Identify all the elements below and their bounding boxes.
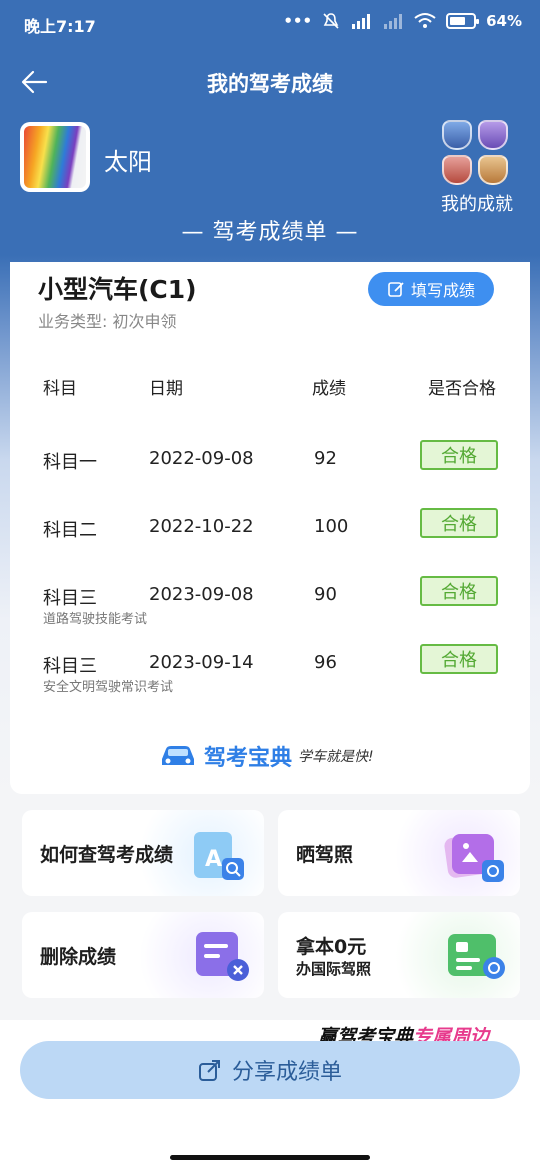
pass-badge: 合格 [420, 576, 498, 606]
sheet-title: — 驾考成绩单 — [181, 220, 359, 245]
brand-slogan: 学车就是快! [298, 749, 374, 765]
signal-hd-icon [352, 14, 371, 29]
avatar[interactable] [20, 122, 90, 192]
table-row: 科目一 2022-09-08 92 合格 [10, 440, 530, 498]
achievement-badges[interactable] [442, 120, 510, 186]
header-pass: 是否合格 [428, 379, 496, 399]
avatar-image [24, 126, 86, 188]
fill-score-label: 填写成绩 [410, 281, 475, 300]
row-subject: 科目三 [43, 656, 97, 677]
intl-license-tile[interactable]: 拿本0元 办国际驾照 [278, 912, 520, 998]
row-note: 道路驾驶技能考试 [43, 612, 148, 627]
intl-license-title: 拿本0元 [296, 936, 367, 958]
status-time: 晚上7:17 [24, 17, 96, 36]
row-note: 安全文明驾驶常识考试 [43, 680, 174, 695]
show-license-tile[interactable]: 晒驾照 [278, 810, 520, 896]
home-indicator[interactable] [170, 1155, 370, 1160]
search-document-icon: A [194, 832, 244, 880]
share-icon [198, 1060, 220, 1081]
delete-score-tile[interactable]: 删除成绩 [22, 912, 264, 998]
id-card-icon [448, 934, 505, 979]
pass-badge: 合格 [420, 644, 498, 674]
intl-license-subtitle: 办国际驾照 [296, 960, 372, 978]
nav-bar: 我的驾考成绩 [0, 56, 540, 108]
row-date: 2023-09-14 [149, 652, 254, 673]
row-subject: 科目二 [43, 520, 97, 541]
row-subject: 科目三 [43, 588, 97, 609]
row-score: 92 [314, 448, 337, 469]
signal-weak-icon [384, 14, 403, 29]
score-card: 小型汽车(C1) 业务类型: 初次申领 填写成绩 科目 日期 成绩 是否合格 科… [10, 262, 530, 794]
pass-badge: 合格 [420, 508, 498, 538]
pass-badge: 合格 [420, 440, 498, 470]
row-score: 90 [314, 584, 337, 605]
header-score: 成绩 [312, 379, 346, 399]
show-license-label: 晒驾照 [296, 844, 354, 866]
achievements-link[interactable]: 我的成就 [432, 190, 522, 216]
row-date: 2022-10-22 [149, 516, 254, 537]
edit-icon [388, 282, 404, 297]
wifi-icon [414, 13, 436, 28]
badge-icon [478, 155, 508, 185]
row-date: 2023-09-08 [149, 584, 254, 605]
status-icons: ••• 64% [283, 12, 522, 30]
table-row: 科目三 2023-09-14 96 合格 安全文明驾驶常识考试 [10, 644, 530, 702]
username: 太阳 [104, 148, 152, 176]
license-type: 小型汽车(C1) [38, 275, 197, 304]
row-score: 100 [314, 516, 349, 537]
header-subject: 科目 [43, 379, 77, 399]
delete-document-icon [196, 932, 249, 981]
header-date: 日期 [149, 379, 183, 399]
badge-icon [442, 120, 472, 150]
business-type: 业务类型: 初次申领 [38, 312, 177, 331]
car-logo-icon [162, 746, 194, 765]
page-title: 我的驾考成绩 [207, 72, 333, 96]
delete-score-label: 删除成绩 [40, 946, 117, 968]
photo-card-icon [444, 834, 504, 882]
battery-icon [446, 13, 480, 29]
badge-icon [478, 120, 508, 150]
status-bar: 晚上7:17 ••• 64% [0, 0, 540, 48]
share-label: 分享成绩单 [231, 1060, 342, 1085]
fill-score-button[interactable]: 填写成绩 [368, 272, 494, 306]
row-subject: 科目一 [43, 452, 97, 473]
query-score-label: 如何查驾考成绩 [40, 844, 174, 866]
brand-logo: 驾考宝典 学车就是快! [158, 738, 398, 774]
brand-name: 驾考宝典 [204, 746, 293, 771]
battery-percent: 64% [486, 12, 522, 30]
row-date: 2022-09-08 [149, 448, 254, 469]
row-score: 96 [314, 652, 337, 673]
svg-text:A: A [205, 847, 222, 872]
badge-icon [442, 155, 472, 185]
query-score-tile[interactable]: 如何查驾考成绩 A [22, 810, 264, 896]
more-dots-icon: ••• [283, 12, 313, 30]
table-row: 科目三 2023-09-08 90 合格 道路驾驶技能考试 [10, 576, 530, 634]
mute-bell-icon [323, 13, 339, 29]
share-button[interactable]: 分享成绩单 [20, 1041, 520, 1099]
table-row: 科目二 2022-10-22 100 合格 [10, 508, 530, 566]
